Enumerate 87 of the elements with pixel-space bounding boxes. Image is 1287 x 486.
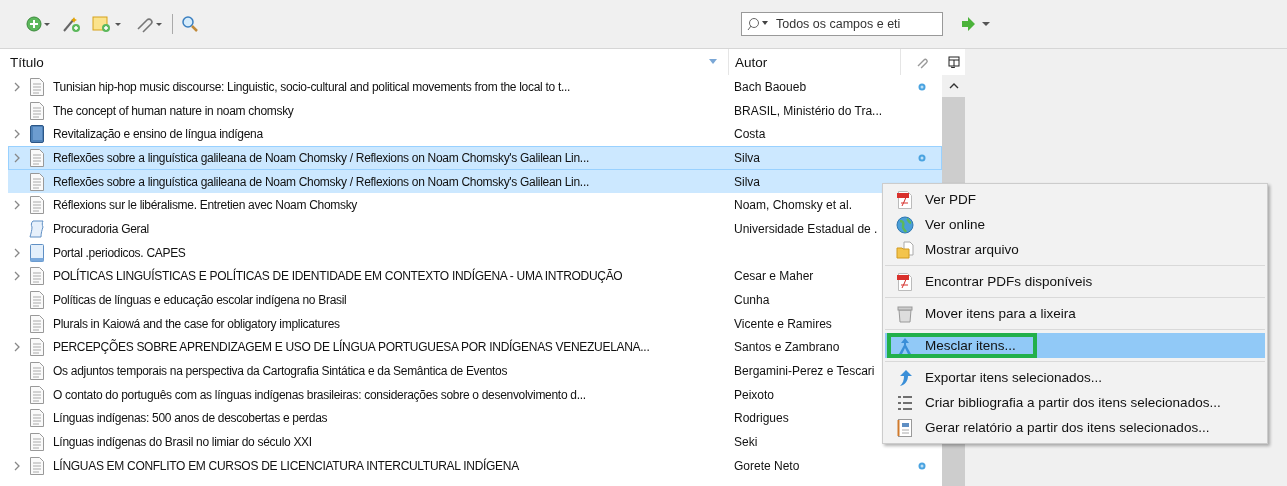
author-cell-text: Cunha bbox=[733, 293, 771, 308]
document-icon bbox=[29, 385, 45, 404]
arrow-right-icon bbox=[961, 17, 993, 31]
magnifier-icon bbox=[181, 15, 199, 33]
author-cell-text: Seki bbox=[733, 435, 759, 450]
title-cell-text: The concept of human nature in noam chomsky bbox=[52, 103, 295, 118]
document-icon bbox=[29, 409, 45, 428]
title-cell-text: Procuradoria Geral bbox=[52, 221, 150, 236]
chevron-right-icon[interactable] bbox=[12, 459, 21, 472]
column-header[interactable]: Título bbox=[0, 49, 729, 75]
author-cell-text: Universidade Estadual de . bbox=[733, 221, 879, 236]
author-cell-text: Costa bbox=[733, 127, 767, 142]
chevron-right-icon[interactable] bbox=[12, 151, 21, 164]
menu-item[interactable]: Ver online bbox=[885, 212, 1265, 237]
document-icon bbox=[29, 456, 45, 475]
document-icon bbox=[29, 196, 45, 215]
report-icon bbox=[897, 418, 913, 437]
note-icon bbox=[92, 15, 124, 33]
menu-item[interactable]: Gerar relatório a partir dos itens selecionados... bbox=[885, 415, 1265, 440]
title-cell-text: Réflexions sur le libéralisme. Entretien avec Noam Chomsky bbox=[52, 198, 359, 213]
author-cell-text: Cesar e Maher bbox=[733, 269, 815, 284]
chevron-right-icon[interactable] bbox=[12, 80, 21, 93]
trash-icon bbox=[897, 304, 913, 323]
title-cell-text: O contato do português com as línguas indígenas brasileiras: considerações sobre o desenvolvimento d... bbox=[52, 387, 587, 402]
author-cell-text: Vicente e Ramires bbox=[733, 316, 833, 331]
sort-caret-icon bbox=[708, 58, 718, 66]
scroll-up-icon[interactable] bbox=[947, 82, 960, 90]
folder-icon bbox=[896, 240, 914, 259]
list-icon bbox=[897, 393, 913, 412]
author-cell-text: Bach Baoueb bbox=[733, 79, 808, 94]
menu-item[interactable]: Criar bibliografia a partir dos itens selecionados... bbox=[885, 390, 1265, 415]
author-cell-text: Noam, Chomsky et al. bbox=[733, 198, 854, 213]
wand-icon bbox=[62, 15, 82, 33]
column-header[interactable]: Autor bbox=[729, 49, 901, 75]
title-cell-text: Reflexões sobre a linguística galileana de Noam Chomsky / Reflexions on Noam Chomsky's Galilean Lin... bbox=[52, 150, 590, 165]
menu-item[interactable]: Encontrar PDFs disponíveis bbox=[885, 269, 1265, 294]
menu-item[interactable]: Mover itens para a lixeira bbox=[885, 301, 1265, 326]
author-cell-text: Bergamini-Perez e Tescari bbox=[733, 364, 876, 379]
title-cell-text: POLÍTICAS LINGUÍSTICAS E POLÍTICAS DE IDENTIDADE EM CONTEXTO INDÍGENA - UMA INTRODUÇÃO bbox=[52, 269, 624, 284]
scroll-icon bbox=[29, 219, 45, 238]
author-cell-text: Rodrigues bbox=[733, 411, 790, 426]
document-icon bbox=[29, 267, 45, 286]
plus-circle-icon bbox=[26, 16, 52, 32]
title-cell-text: Línguas indígenas: 500 anos de descobertas e perdas bbox=[52, 411, 329, 426]
author-cell-text: Santos e Zambrano bbox=[733, 340, 841, 355]
document-icon bbox=[29, 291, 45, 310]
author-cell-text: BRASIL, Ministério do Tra... bbox=[733, 103, 884, 118]
title-cell-text: Plurals in Kaiowá and the case for obligatory implicatures bbox=[52, 316, 341, 331]
document-icon bbox=[29, 314, 45, 333]
chevron-right-icon[interactable] bbox=[12, 199, 21, 212]
document-icon bbox=[29, 148, 45, 167]
author-cell-text: Silva bbox=[733, 174, 761, 189]
document-icon bbox=[29, 172, 45, 191]
chevron-right-icon[interactable] bbox=[12, 246, 21, 259]
title-cell-text: Portal .periodicos. CAPES bbox=[52, 245, 187, 260]
title-cell-text: Tunisian hip-hop music discourse: Linguistic, socio-cultural and political movements from the local to t... bbox=[52, 79, 572, 94]
chevron-right-icon[interactable] bbox=[12, 270, 21, 283]
book-icon bbox=[29, 125, 45, 144]
menu-item[interactable]: Mostrar arquivo bbox=[885, 237, 1265, 262]
search-field[interactable]: Todos os campos e eti bbox=[741, 12, 943, 36]
title-cell-text: Revitalização e ensino de língua indígena bbox=[52, 127, 264, 142]
title-cell-text: PERCEPÇÕES SOBRE APRENDIZAGEM E USO DE LÍNGUA PORTUGUESA POR INDÍGENAS VENEZUELANA... bbox=[52, 340, 651, 355]
title-cell-text: Reflexões sobre a linguística galileana de Noam Chomsky / Reflexions on Noam Chomsky's Galilean Lin... bbox=[52, 174, 590, 189]
pdf-icon bbox=[897, 272, 913, 291]
document-icon bbox=[29, 338, 45, 357]
document-icon bbox=[29, 362, 45, 381]
title-cell-text: Os adjuntos temporais na perspectiva da Cartografia Sintática e da Semântica de Eventos bbox=[52, 364, 509, 379]
author-cell-text: Gorete Neto bbox=[733, 458, 801, 473]
document-icon bbox=[29, 433, 45, 452]
curved-arrow-icon bbox=[897, 368, 913, 387]
webpage-icon bbox=[29, 243, 45, 262]
merge-arrows-icon bbox=[897, 336, 913, 355]
menu-item[interactable]: Mesclar itens... bbox=[885, 333, 1265, 358]
menu-item[interactable]: Exportar itens selecionados... bbox=[885, 365, 1265, 390]
chevron-right-icon[interactable] bbox=[12, 128, 21, 141]
pdf-icon bbox=[897, 190, 913, 209]
title-cell-text: LÍNGUAS EM CONFLITO EM CURSOS DE LICENCIATURA INTERCULTURAL INDÍGENA bbox=[52, 458, 520, 473]
title-cell-text: Línguas indígenas do Brasil no limiar do século XXI bbox=[52, 435, 313, 450]
author-cell-text: Silva bbox=[733, 150, 761, 165]
chevron-right-icon[interactable] bbox=[12, 341, 21, 354]
title-cell-text: Políticas de línguas e educação escolar indígena no Brasil bbox=[52, 293, 348, 308]
document-icon bbox=[29, 77, 45, 96]
author-cell-text: Peixoto bbox=[733, 387, 776, 402]
globe-icon bbox=[896, 215, 914, 234]
document-icon bbox=[29, 101, 45, 120]
column-picker-icon[interactable] bbox=[947, 56, 960, 68]
selected-row[interactable]: Reflexões sobre a linguística galileana de Noam Chomsky / Reflexions on Noam Chomsky's Galilean Lin... Silva bbox=[8, 146, 942, 170]
